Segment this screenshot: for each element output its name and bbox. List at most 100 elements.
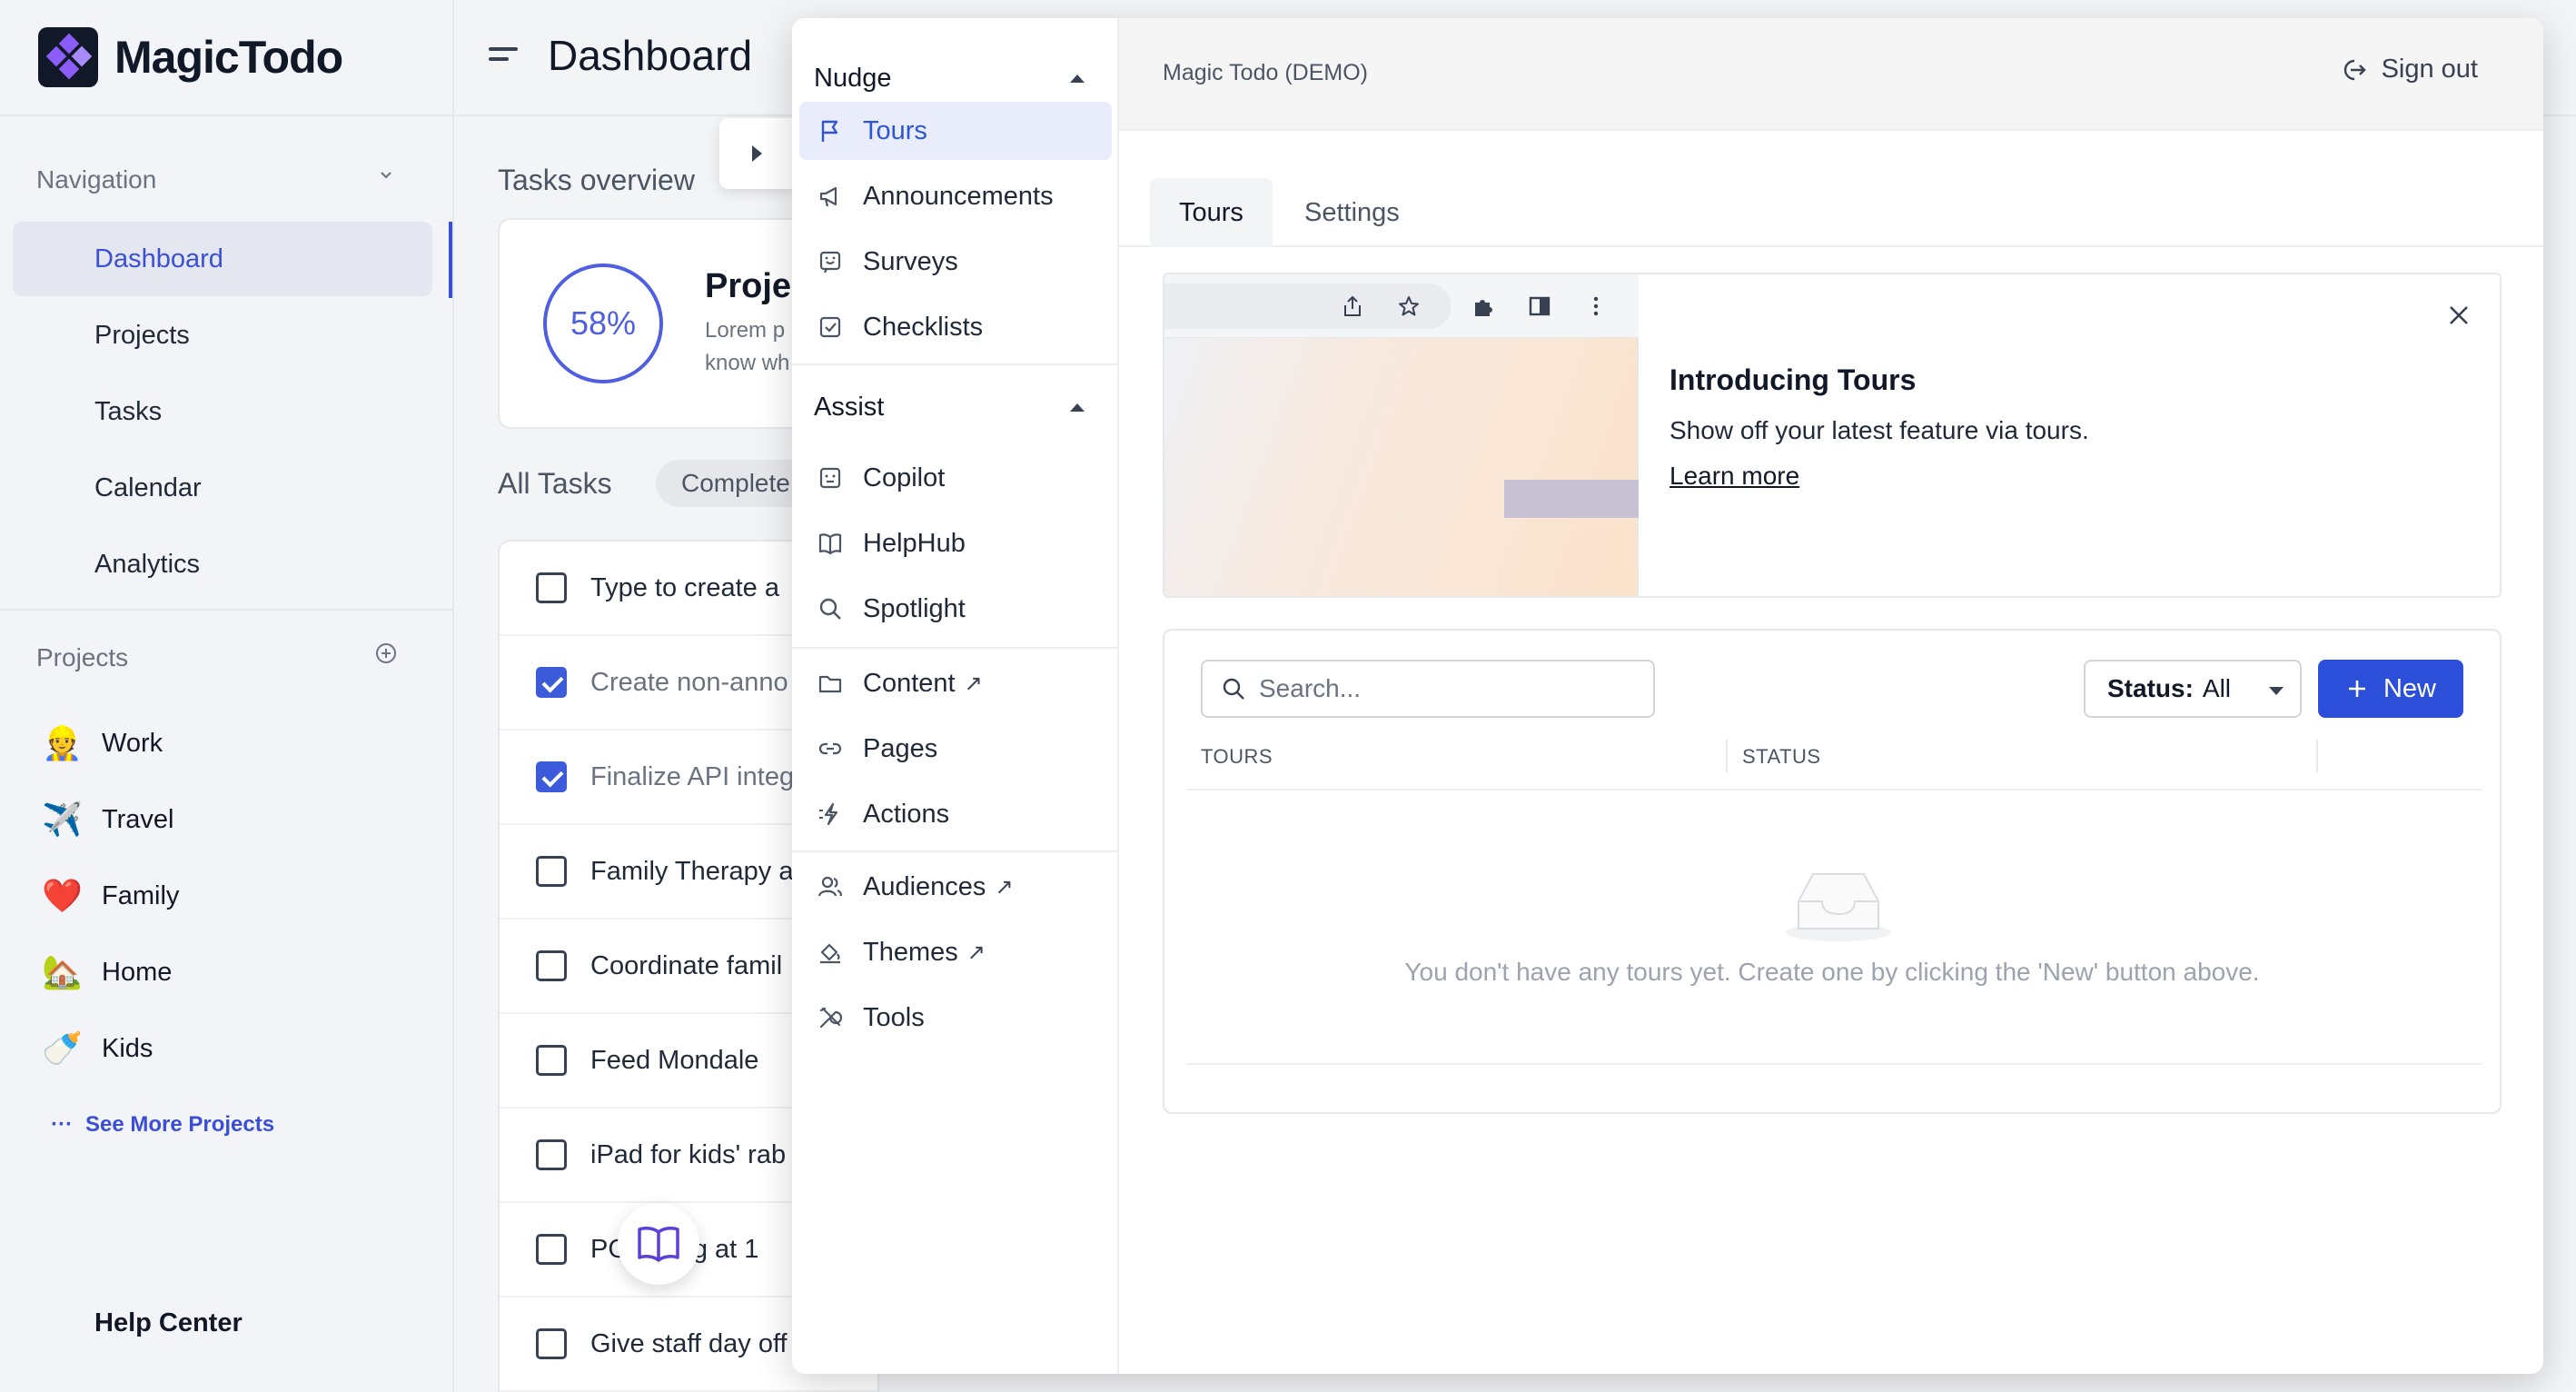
editor-nav-spotlight[interactable]: Spotlight: [799, 580, 1112, 638]
chevron-down-icon[interactable]: [372, 162, 400, 190]
editor-nav-audiences[interactable]: Audiences ↗: [799, 858, 1112, 916]
nav-label: Announcements: [863, 181, 1054, 211]
editor-nav-actions[interactable]: Actions: [799, 785, 1112, 843]
editor-collapse-toggle[interactable]: [719, 118, 794, 189]
project-label: Travel: [102, 804, 174, 834]
task-checkbox[interactable]: [536, 572, 567, 603]
tab-tours[interactable]: Tours: [1150, 178, 1273, 247]
editor-nav-helphub[interactable]: HelpHub: [799, 514, 1112, 572]
house-icon: 🏡: [42, 953, 83, 990]
project-item-travel[interactable]: ✈️ Travel: [42, 792, 174, 847]
task-label: iPad for kids' rab: [590, 1139, 787, 1169]
menu-icon[interactable]: [489, 47, 518, 69]
project-item-home[interactable]: 🏡 Home: [42, 945, 172, 999]
project-item-work[interactable]: 👷 Work: [42, 716, 163, 771]
nav-divider: [792, 647, 1117, 649]
helphub-launcher-button[interactable]: [618, 1203, 699, 1285]
nav-label: Copilot: [863, 462, 946, 492]
sign-out-icon: [2343, 59, 2366, 80]
app-sidebar: MagicTodo Navigation Dashboard Projects …: [0, 0, 454, 1392]
sidebar-item-analytics[interactable]: Analytics: [13, 527, 432, 602]
editor-nav-content[interactable]: Content ↗: [799, 654, 1112, 712]
status-filter-select[interactable]: Status: All: [2084, 660, 2302, 718]
caret-right-icon: [751, 145, 762, 162]
nav-label: Pages: [863, 733, 938, 763]
caret-up-icon: [1070, 74, 1085, 83]
airplane-icon: ✈️: [42, 800, 83, 838]
assist-group-header[interactable]: Assist: [814, 380, 1097, 434]
new-button-label: New: [2383, 673, 2436, 703]
project-item-family[interactable]: ❤️ Family: [42, 869, 179, 923]
task-label: Create non-anno: [590, 667, 788, 697]
paint-bucket-icon: [816, 938, 845, 967]
editor-nav-announcements[interactable]: Announcements: [799, 167, 1112, 225]
group-label: Assist: [814, 392, 885, 422]
baby-bottle-icon: 🍼: [42, 1029, 83, 1067]
copilot-icon: [816, 463, 845, 492]
task-checkbox[interactable]: [536, 761, 567, 792]
sidebar-item-calendar[interactable]: Calendar: [13, 451, 432, 525]
task-checkbox[interactable]: [536, 1234, 567, 1265]
tasks-overview-title: Tasks overview: [498, 164, 695, 196]
extension-icon: [1475, 300, 1492, 316]
editor-header: Magic Todo (DEMO) Sign out: [1119, 18, 2543, 131]
add-project-icon[interactable]: [372, 641, 400, 671]
external-link-icon: ↗: [995, 874, 1014, 900]
search-input[interactable]: [1259, 674, 1640, 703]
nav-label: Spotlight: [863, 593, 966, 623]
close-icon[interactable]: [2445, 302, 2472, 329]
see-more-projects-link[interactable]: ··· See More Projects: [51, 1112, 274, 1138]
nav-divider: [792, 850, 1117, 852]
column-header-tours[interactable]: TOURS: [1201, 745, 1273, 769]
editor-nav: Nudge Tours Announcements Surveys Checkl…: [792, 18, 1119, 1374]
caret-up-icon: [1070, 403, 1085, 412]
navigation-section-title: Navigation: [36, 165, 157, 194]
task-checkbox[interactable]: [536, 856, 567, 887]
editor-nav-copilot[interactable]: Copilot: [799, 449, 1112, 507]
more-dots-icon: ···: [51, 1112, 73, 1137]
help-center-link[interactable]: Help Center: [94, 1308, 243, 1338]
intro-banner: Introducing Tours Show off your latest f…: [1163, 273, 2502, 598]
search-field[interactable]: [1201, 660, 1655, 718]
project-item-kids[interactable]: 🍼 Kids: [42, 1021, 153, 1076]
caret-down-icon: [2269, 687, 2284, 695]
sidebar-item-projects[interactable]: Projects: [13, 298, 432, 373]
users-icon: [816, 872, 845, 901]
tab-settings[interactable]: Settings: [1275, 178, 1429, 247]
link-icon: [816, 734, 845, 763]
editor-nav-pages[interactable]: Pages: [799, 720, 1112, 778]
app-name: MagicTodo: [114, 32, 343, 83]
intro-title: Introducing Tours: [1669, 363, 1917, 396]
learn-more-link[interactable]: Learn more: [1669, 462, 1799, 491]
task-checkbox[interactable]: [536, 1045, 567, 1076]
intro-description: Show off your latest feature via tours.: [1669, 416, 2089, 444]
editor-nav-checklists[interactable]: Checklists: [799, 298, 1112, 356]
sidebar-item-tasks[interactable]: Tasks: [13, 374, 432, 449]
browser-toolbar-illustration: [1164, 274, 1639, 338]
task-checkbox[interactable]: [536, 1139, 567, 1170]
sidebar-divider: [0, 114, 454, 116]
project-label: Work: [102, 728, 163, 758]
new-tour-button[interactable]: New: [2318, 660, 2463, 718]
editor-nav-surveys[interactable]: Surveys: [799, 233, 1112, 291]
task-checkbox[interactable]: [536, 667, 567, 698]
editor-nav-themes[interactable]: Themes ↗: [799, 923, 1112, 981]
project-heading: Proje: [705, 267, 792, 305]
column-header-status[interactable]: STATUS: [1742, 745, 1821, 769]
tools-icon: [816, 1003, 845, 1032]
task-label: Feed Mondale: [590, 1045, 759, 1075]
editor-nav-tours[interactable]: Tours: [799, 102, 1112, 160]
nudge-group-header[interactable]: Nudge: [814, 51, 1097, 105]
active-indicator: [449, 222, 452, 298]
sign-out-button[interactable]: Sign out: [2340, 55, 2478, 85]
task-label: Give staff day off: [590, 1328, 788, 1358]
sidebar-item-dashboard[interactable]: Dashboard: [13, 222, 432, 296]
lightning-icon: [816, 800, 845, 829]
app-logo[interactable]: MagicTodo: [38, 27, 343, 87]
logo-icon: [38, 27, 98, 87]
task-checkbox[interactable]: [536, 950, 567, 981]
group-label: Nudge: [814, 63, 892, 93]
empty-inbox-icon: [1786, 873, 1891, 941]
task-checkbox[interactable]: [536, 1328, 567, 1359]
editor-nav-tools[interactable]: Tools: [799, 989, 1112, 1047]
